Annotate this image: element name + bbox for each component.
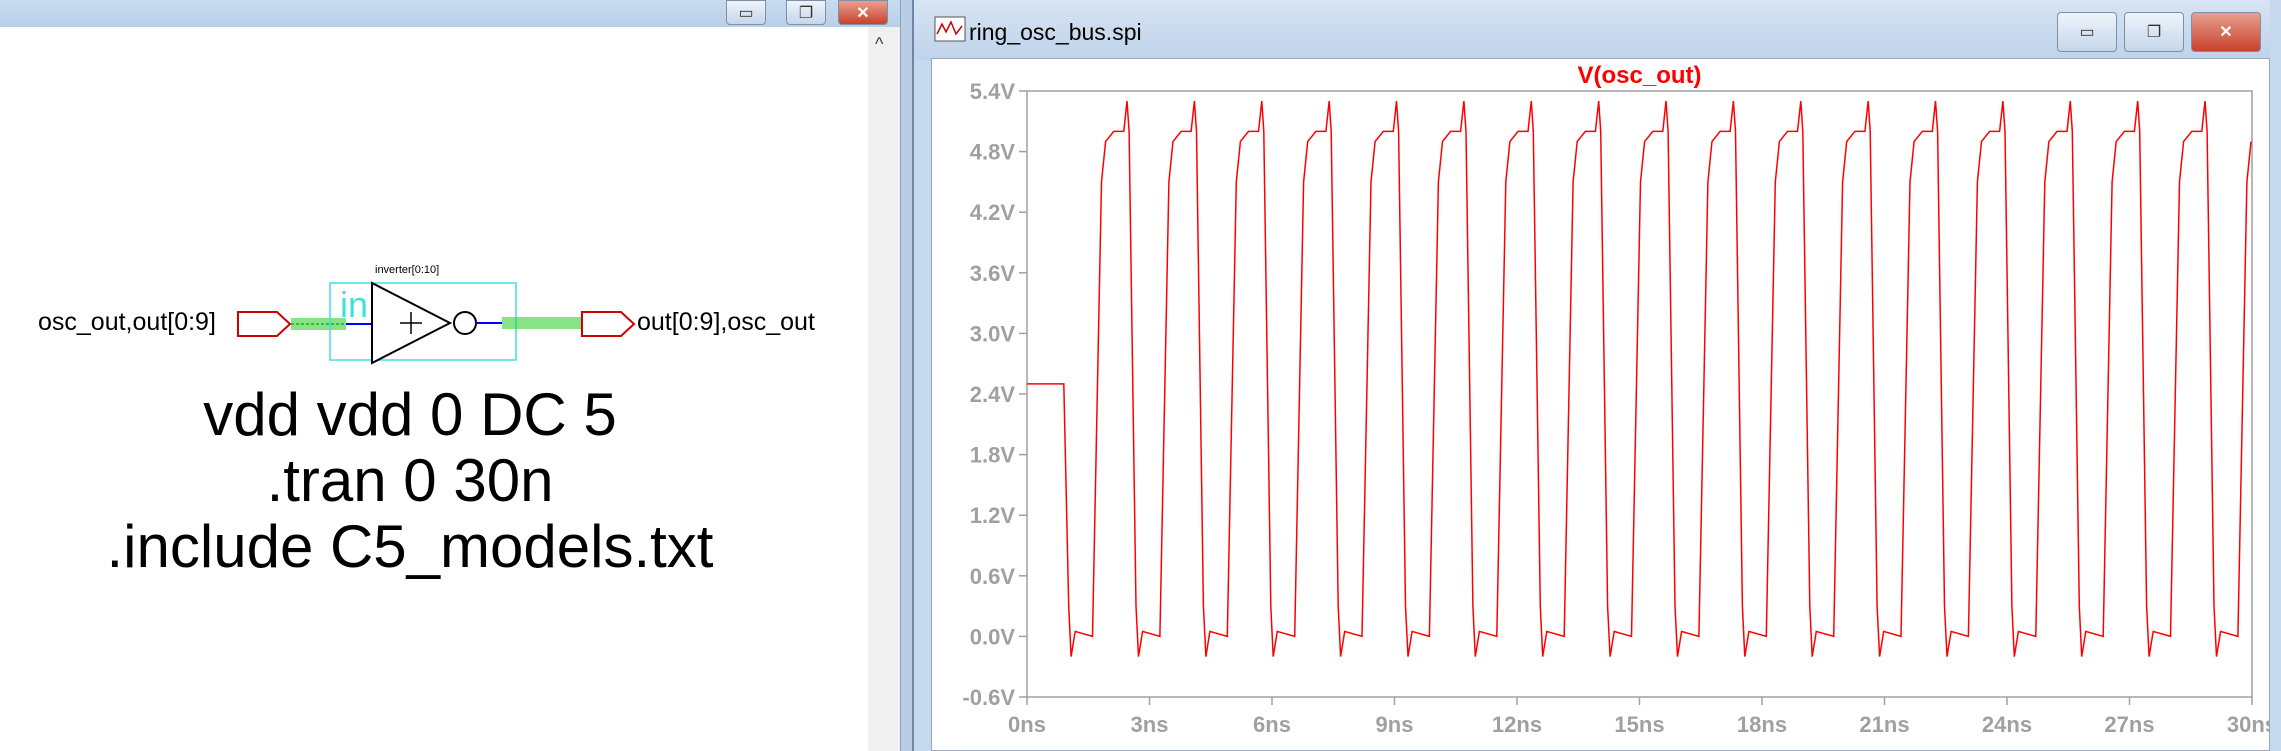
waveform-plot-area[interactable]: 5.4V 4.8V 4.2V 3.6V 3.0V 2.4V 1.8V 1.2V 0.6V 0.0V… [931, 58, 2270, 751]
plot-window: ring_osc_bus.spi ▭ ❐ ✕ 5.4V 4.8V 4.2V 3.6V 3… [912, 0, 2281, 751]
plot-frame [1026, 90, 2253, 698]
input-port-flag[interactable] [237, 311, 292, 337]
x-tick-label: 27ns [2104, 712, 2154, 737]
y-tick-label: 2.4V [970, 382, 1016, 407]
y-tick-label: 4.8V [970, 140, 1016, 165]
x-tick-label: 30ns [2227, 712, 2269, 737]
output-bus-wire[interactable] [502, 317, 582, 329]
waveform-app-icon [934, 16, 966, 42]
x-tick-label: 24ns [1982, 712, 2032, 737]
schematic-window: ▭ ❐ ✕ ^ osc_out,out[0:9] out[0:9],osc_ou… [0, 0, 900, 751]
plot-close-button[interactable]: ✕ [2191, 12, 2261, 52]
input-net-label[interactable]: osc_out,out[0:9] [38, 308, 216, 337]
x-tick-label: 3ns [1131, 712, 1169, 737]
y-tick-label: 4.2V [970, 200, 1016, 225]
y-tick-label: 3.6V [970, 261, 1016, 286]
schematic-canvas[interactable] [0, 0, 900, 751]
plot-window-title: ring_osc_bus.spi [969, 19, 1142, 45]
window-divider[interactable] [900, 0, 912, 751]
spice-directive-include[interactable]: .include C5_models.txt [0, 514, 820, 580]
trace-label: V(osc_out) [1577, 62, 1701, 89]
y-tick-label: 1.8V [970, 443, 1016, 468]
plot-maximize-button[interactable]: ❐ [2124, 12, 2184, 52]
waveform-chart[interactable]: 5.4V 4.8V 4.2V 3.6V 3.0V 2.4V 1.8V 1.2V 0.6V 0.0V… [932, 59, 2269, 750]
osc-out-trace [1027, 101, 2252, 657]
instance-name-label[interactable]: inverter[0:10] [375, 264, 439, 276]
output-port-flag[interactable] [581, 311, 636, 337]
y-tick-label: -0.6V [962, 685, 1015, 710]
plot-minimize-button[interactable]: ▭ [2057, 12, 2117, 52]
x-tick-label: 21ns [1859, 712, 1909, 737]
y-tick-label: 0.0V [970, 624, 1016, 649]
x-tick-label: 6ns [1253, 712, 1291, 737]
spice-directive-tran[interactable]: .tran 0 30n [0, 448, 820, 514]
y-tick-label: 5.4V [970, 79, 1016, 104]
x-tick-label: 9ns [1376, 712, 1414, 737]
symbol-in-text: in [340, 284, 369, 325]
output-net-label[interactable]: out[0:9],osc_out [637, 308, 815, 337]
y-tick-label: 3.0V [970, 321, 1016, 346]
plot-titlebar: ring_osc_bus.spi ▭ ❐ ✕ [914, 0, 2270, 60]
y-tick-label: 0.6V [970, 564, 1016, 589]
spice-directive-vdd[interactable]: vdd vdd 0 DC 5 [0, 382, 820, 448]
y-tick-label: 1.2V [970, 503, 1016, 528]
x-tick-label: 0ns [1008, 712, 1046, 737]
x-tick-label: 18ns [1737, 712, 1787, 737]
x-tick-label: 12ns [1492, 712, 1542, 737]
x-tick-label: 15ns [1614, 712, 1664, 737]
inverter-bubble-icon [453, 311, 477, 335]
